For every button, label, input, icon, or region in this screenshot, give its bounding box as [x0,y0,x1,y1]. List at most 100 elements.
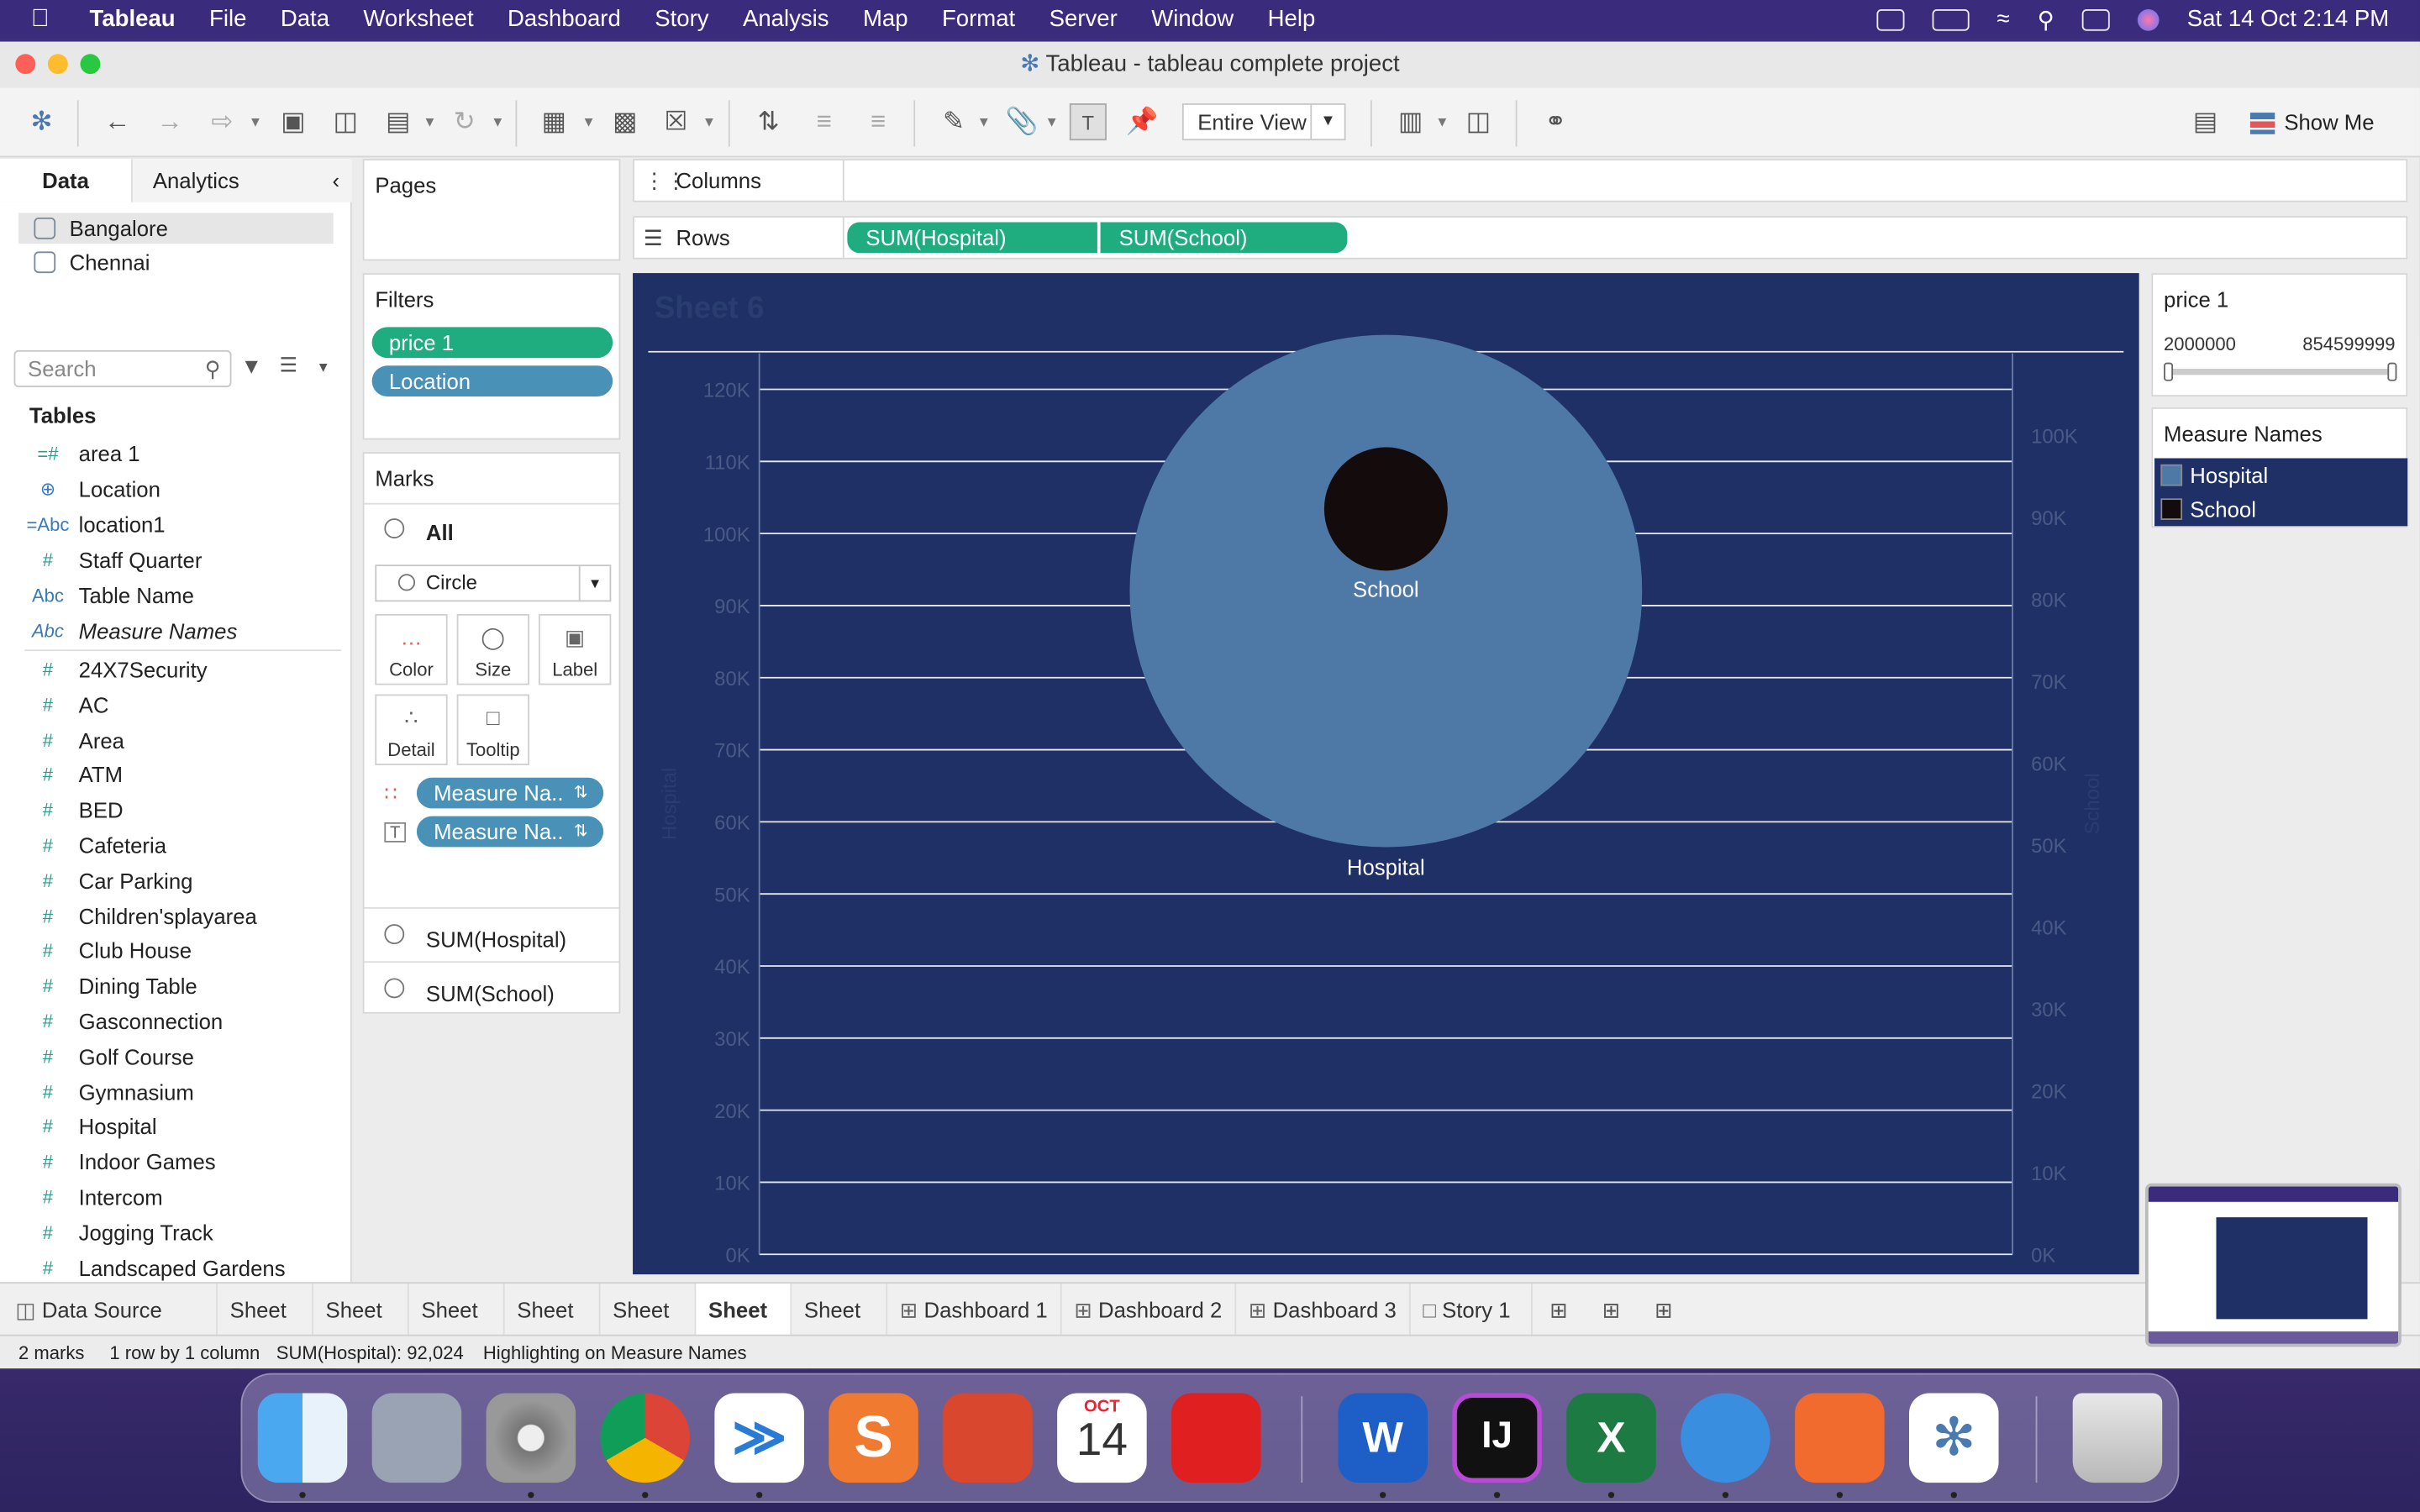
measure-item[interactable]: # Dining Table [24,969,341,1003]
filter-icon[interactable]: ▼ [241,354,262,378]
show-cards-dropdown-icon[interactable]: ▼ [1435,103,1449,140]
tab-analytics[interactable]: Analytics ‹ [132,159,352,202]
filter-pill-location[interactable]: Location [371,365,613,397]
minimize-button[interactable] [47,54,68,75]
field-item[interactable]: =# area 1 [24,437,341,470]
filters-shelf[interactable]: Filters price 1 Location [362,273,621,440]
replay-icon[interactable]: ⇨ [203,103,240,140]
tab-dashboard[interactable]: ⊞ Dashboard 3 [1236,1284,1411,1336]
clear-sheet-icon[interactable]: ☒ [657,103,694,140]
tableplus-icon[interactable] [1681,1393,1770,1483]
control-center-icon[interactable] [2081,8,2110,30]
save-icon[interactable]: ▣ [275,103,312,140]
search-input[interactable]: Search ⚲ [13,349,232,388]
color-button[interactable]: … Color [375,614,448,685]
clock[interactable]: Sat 14 Oct 2:14 PM [2187,6,2389,32]
highlight-icon[interactable]: ✎ [935,103,972,140]
tab-sheet[interactable]: Sheet 1 [218,1284,313,1368]
tab-data[interactable]: Data [0,159,133,202]
swap-rows-columns-icon[interactable]: ⇅ [750,103,787,140]
vscode-icon[interactable]: ≫ [714,1393,804,1483]
postman-icon[interactable] [1795,1393,1885,1483]
radio-all[interactable] [384,518,405,539]
menu-worksheet[interactable]: Worksheet [363,6,473,32]
chart-svg[interactable]: 0K 10K 20K 30K 40K 50K 60K 70K 80K 90K 100K 110K 120… [633,273,2139,1274]
search-icon[interactable]: ⚲ [2038,5,2054,33]
measure-item[interactable]: # Club House [24,934,341,968]
apple-icon[interactable]:  [31,5,59,33]
menu-window[interactable]: Window [1151,6,1234,32]
duplicate-sheet-icon[interactable]: ▩ [607,103,644,140]
zoom-button[interactable] [80,54,101,75]
columns-shelf[interactable]: ⋮⋮ Columns [633,159,2408,202]
field-item[interactable]: Abc Table Name [24,579,341,612]
refresh-dropdown-icon[interactable]: ▼ [491,103,504,140]
menu-file[interactable]: File [209,6,246,32]
clear-dropdown-icon[interactable]: ▼ [702,103,716,140]
view-options-dropdown-icon[interactable]: ▼ [317,360,330,375]
measure-item[interactable]: # BED [24,793,341,827]
rows-pill-hospital[interactable]: SUM(Hospital) [847,222,1097,254]
fix-axes-icon[interactable]: 📌 [1123,103,1160,140]
paint-roller-icon[interactable]: ▤ [2187,103,2224,140]
undo-icon[interactable]: ← [99,103,136,140]
menu-map[interactable]: Map [863,6,908,32]
show-cards-icon[interactable]: ▥ [1392,103,1429,140]
measure-item[interactable]: # Gymnasium [24,1074,341,1108]
menu-app-name[interactable]: Tableau [90,6,176,32]
intellij-icon[interactable]: IJ [1452,1393,1542,1483]
measure-item[interactable]: # AC [24,688,341,722]
tab-sheet[interactable]: Sheet 5 [600,1284,697,1368]
presentation-mode-icon[interactable]: ◫ [1460,103,1497,140]
sublime-icon[interactable]: S [829,1393,918,1483]
measure-item[interactable]: # Landscaped Gardens [24,1251,341,1284]
measure-item[interactable]: # Intercom [24,1180,341,1214]
tab-sheet[interactable]: Sheet 6 [696,1284,792,1368]
sort-descending-icon[interactable]: ≡ [860,103,897,140]
legend-item[interactable]: Hospital [2154,458,2407,491]
legend-item[interactable]: School [2154,492,2407,526]
highlight-dropdown-icon[interactable]: ▼ [977,103,991,140]
price-slider-min-handle[interactable] [2164,362,2174,381]
siri-icon[interactable] [2138,8,2160,30]
datasource-bangalore[interactable]: Bangalore [18,213,334,244]
chevron-down-icon[interactable]: ▼ [1310,104,1344,139]
replay-dropdown-icon[interactable]: ▼ [249,103,262,140]
measure-item[interactable]: # Indoor Games [24,1145,341,1179]
menu-help[interactable]: Help [1268,6,1316,32]
tab-data-source[interactable]: ◫ Data Source [0,1284,218,1336]
radio-sum-school[interactable] [384,978,405,999]
pause-dropdown-icon[interactable]: ▼ [423,103,436,140]
chrome-icon[interactable] [600,1393,691,1483]
measure-item[interactable]: #24X7Security [24,653,341,686]
measure-item[interactable]: # Cafeteria [24,828,341,862]
menu-analysis[interactable]: Analysis [743,6,829,32]
screenshot-thumbnail[interactable] [2145,1183,2402,1347]
marks-pill-label[interactable]: Measure Na.. ⇅ [416,816,604,848]
word-icon[interactable]: W [1338,1393,1428,1483]
detail-button[interactable]: ∴ Detail [375,694,448,766]
tab-dashboard[interactable]: ⊞ Dashboard 2 [1062,1284,1237,1336]
price-slider-max-handle[interactable] [2387,362,2397,381]
measure-item[interactable]: # Hospital [24,1110,341,1143]
tableau-icon[interactable]: ✻ [1908,1393,1999,1483]
price-slider-track[interactable] [2168,368,2394,375]
view-size-select[interactable]: Entire View ▼ [1181,103,1346,141]
field-item[interactable]: Abc Measure Names [24,614,341,648]
pause-updates-icon[interactable]: ▤ [380,103,417,140]
finder-icon[interactable] [257,1393,348,1483]
menu-server[interactable]: Server [1050,6,1118,32]
mark-type-select[interactable]: Circle ▼ [375,564,612,602]
menu-dashboard[interactable]: Dashboard [508,6,621,32]
collapse-pane-icon[interactable]: ‹ [332,159,339,202]
label-button[interactable]: ▣ Label [539,614,612,685]
size-button[interactable]: ◯ Size [456,614,529,685]
show-me-button[interactable]: Show Me [2249,103,2375,140]
measure-item[interactable]: # Gasconnection [24,1005,341,1038]
refresh-icon[interactable]: ↻ [446,103,483,140]
new-dashboard-tab-icon[interactable]: ⊞ [1585,1284,1637,1336]
measure-item[interactable]: # Jogging Track [24,1215,341,1249]
new-worksheet-icon[interactable]: ▦ [535,103,572,140]
tableau-home-icon[interactable]: ✻ [24,103,60,140]
group-members-icon[interactable]: 📎 [1003,103,1040,140]
